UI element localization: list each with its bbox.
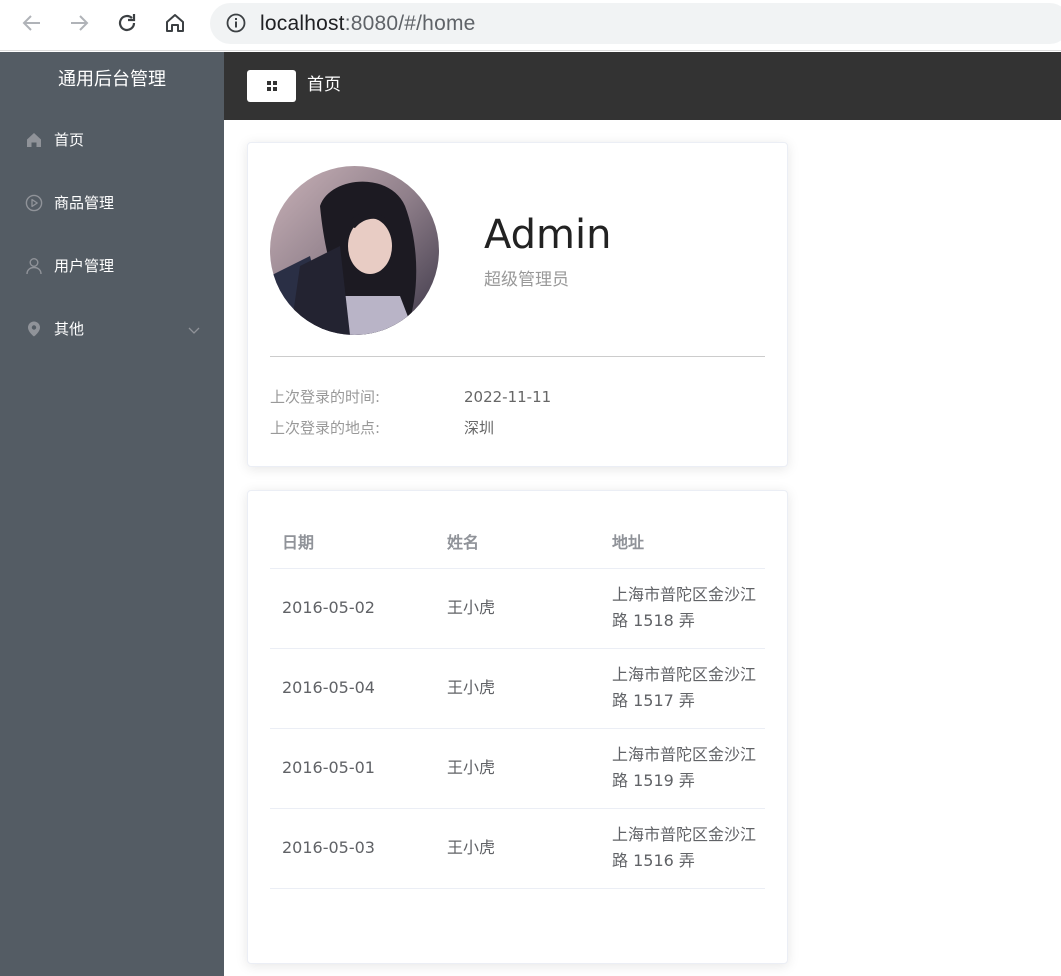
cell-name: 王小虎 [435, 728, 600, 809]
home-icon[interactable] [160, 8, 190, 38]
sidebar-item-users[interactable]: 用户管理 [0, 238, 224, 294]
cell-name: 王小虎 [435, 808, 600, 889]
last-login-time-label: 上次登录的时间: [270, 388, 381, 406]
sidebar: 通用后台管理 首页 商品管理 用户管理 其他 [0, 52, 224, 976]
table-header-row: 日期 姓名 地址 [270, 514, 765, 569]
table-card: 日期 姓名 地址 2016-05-02 王小虎 上海市普陀区金沙江路 1518 … [247, 490, 788, 964]
sidebar-item-label: 其他 [54, 320, 85, 338]
cell-date: 2016-05-03 [270, 808, 435, 889]
sidebar-brand: 通用后台管理 [58, 69, 166, 90]
sidebar-item-label: 商品管理 [54, 194, 115, 212]
cell-address: 上海市普陀区金沙江路 1518 弄 [600, 568, 765, 649]
last-login-time-value: 2022-11-11 [464, 388, 552, 406]
sidebar-item-products[interactable]: 商品管理 [0, 175, 224, 231]
sidebar-item-label: 首页 [54, 131, 85, 149]
cell-address: 上海市普陀区金沙江路 1517 弄 [600, 648, 765, 729]
top-header: 首页 [224, 52, 1061, 120]
cell-address: 上海市普陀区金沙江路 1516 弄 [600, 808, 765, 889]
user-name: Admin [484, 212, 612, 258]
column-header-name: 姓名 [435, 514, 600, 569]
info-icon[interactable] [226, 13, 246, 33]
last-login-place-label: 上次登录的地点: [270, 419, 381, 437]
user-icon [25, 257, 43, 275]
user-card: Admin 超级管理员 上次登录的时间: 2022-11-11 上次登录的地点:… [247, 142, 788, 467]
cell-date: 2016-05-04 [270, 648, 435, 729]
cell-date: 2016-05-01 [270, 728, 435, 809]
table-row[interactable]: 2016-05-03 王小虎 上海市普陀区金沙江路 1516 弄 [270, 808, 765, 889]
cell-address: 上海市普陀区金沙江路 1519 弄 [600, 728, 765, 809]
sidebar-item-other[interactable]: 其他 [0, 301, 224, 357]
address-bar[interactable]: localhost:8080/#/home [210, 3, 1061, 44]
cell-name: 王小虎 [435, 568, 600, 649]
cell-name: 王小虎 [435, 648, 600, 729]
data-table: 日期 姓名 地址 2016-05-02 王小虎 上海市普陀区金沙江路 1518 … [270, 514, 765, 889]
play-circle-icon [25, 194, 43, 212]
back-arrow-icon[interactable] [17, 8, 47, 38]
breadcrumb[interactable]: 首页 [307, 73, 341, 97]
forward-arrow-icon[interactable] [64, 8, 94, 38]
chevron-down-icon [187, 322, 201, 336]
table-row[interactable]: 2016-05-04 王小虎 上海市普陀区金沙江路 1517 弄 [270, 648, 765, 729]
browser-toolbar: localhost:8080/#/home [0, 0, 1061, 51]
table-row[interactable]: 2016-05-01 王小虎 上海市普陀区金沙江路 1519 弄 [270, 728, 765, 809]
grid-icon [266, 77, 278, 96]
last-login-place-value: 深圳 [464, 419, 495, 437]
url-text: localhost:8080/#/home [260, 12, 476, 35]
sidebar-item-label: 用户管理 [54, 257, 115, 275]
menu-toggle-button[interactable] [247, 70, 296, 102]
user-role: 超级管理员 [484, 270, 569, 290]
home-icon [25, 131, 43, 149]
reload-icon[interactable] [112, 8, 142, 38]
divider [270, 356, 765, 357]
column-header-date: 日期 [270, 514, 435, 569]
sidebar-item-home[interactable]: 首页 [0, 112, 224, 168]
cell-date: 2016-05-02 [270, 568, 435, 649]
location-pin-icon [25, 320, 43, 338]
avatar [270, 166, 439, 335]
column-header-address: 地址 [600, 514, 765, 569]
table-row[interactable]: 2016-05-02 王小虎 上海市普陀区金沙江路 1518 弄 [270, 568, 765, 649]
